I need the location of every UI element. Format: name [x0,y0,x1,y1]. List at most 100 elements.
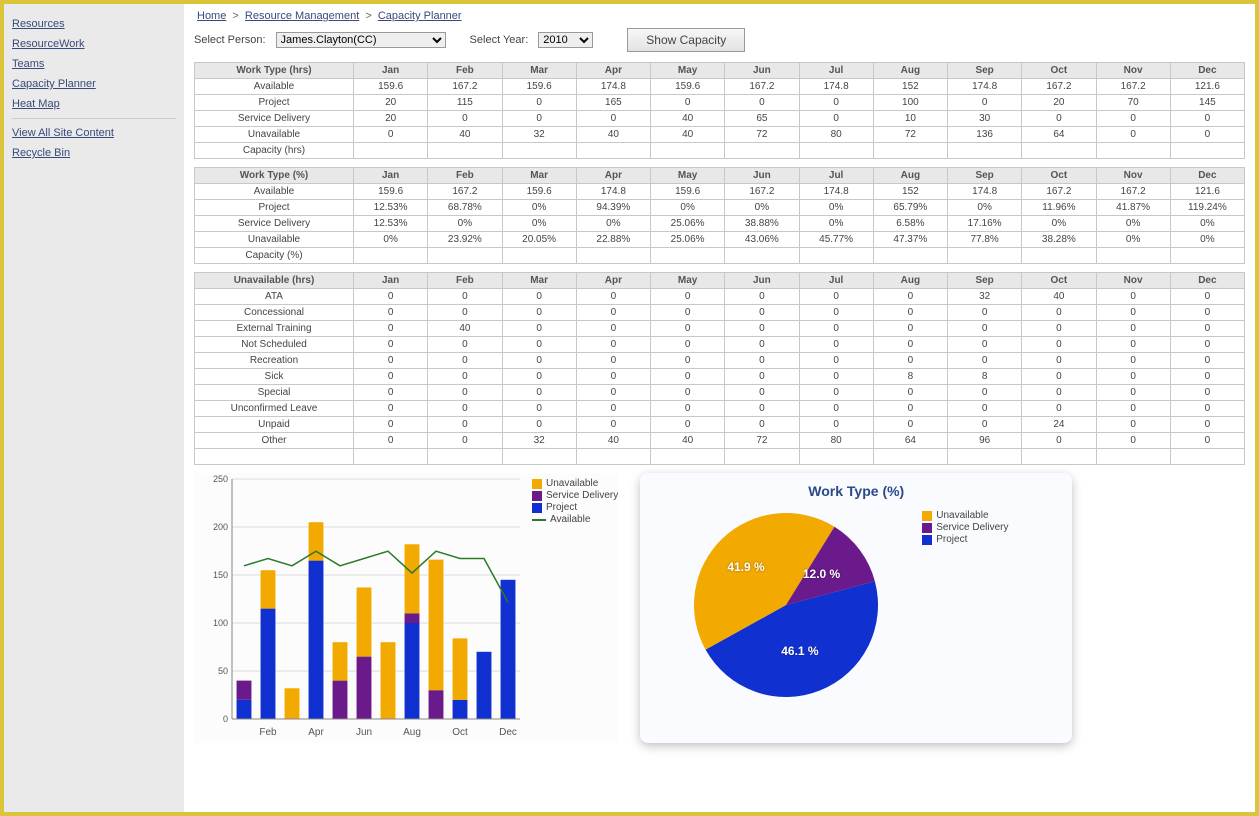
cell: 167.2 [428,79,502,95]
capacity-row: Capacity (hrs)119.612.2127.6-30.279.630.… [195,143,1245,159]
cell: 0 [502,417,576,433]
row-label: Service Delivery [195,111,354,127]
cell: 45.77% [799,232,873,248]
cell: 152 [873,184,947,200]
row-label: Other [195,433,354,449]
sidebar-item-resourcework[interactable]: ResourceWork [12,34,176,54]
cell: 0 [873,321,947,337]
cell: 174.8 [576,79,650,95]
cell: 0 [576,321,650,337]
cell: 25.06% [651,216,725,232]
month-header: Dec [1170,63,1244,79]
breadcrumb-capacity-planner[interactable]: Capacity Planner [378,10,462,22]
cell: 0 [1022,337,1096,353]
cell [948,449,1022,465]
sidebar-item-heat-map[interactable]: Heat Map [12,94,176,114]
sidebar-divider [12,118,176,119]
cell: 0 [1096,321,1170,337]
unavailable-hrs-table: Unavailable (hrs)JanFebMarAprMayJunJulAu… [194,272,1245,465]
sidebar-item-teams[interactable]: Teams [12,54,176,74]
cell: 0 [428,385,502,401]
cell: 0 [354,127,428,143]
pie-chart-title: Work Type (%) [656,483,1056,499]
cell: 0 [651,401,725,417]
cell: 0 [873,401,947,417]
show-capacity-button[interactable]: Show Capacity [627,28,745,52]
row-label: Project [195,95,354,111]
sidebar-item-recycle-bin[interactable]: Recycle Bin [12,143,176,163]
sidebar-item-view-all[interactable]: View All Site Content [12,123,176,143]
month-header: Jan [354,273,428,289]
year-select[interactable]: 2010 [538,32,593,48]
cell: 0 [502,353,576,369]
cell: 0 [1022,321,1096,337]
cell: 0 [428,369,502,385]
cell: 0 [354,385,428,401]
svg-text:Feb: Feb [259,727,277,738]
month-header: Jan [354,168,428,184]
person-select[interactable]: James.Clayton(CC) [276,32,446,48]
cell: 20 [1022,95,1096,111]
cell: 0 [725,305,799,321]
month-header: Aug [873,273,947,289]
cell: 0 [428,289,502,305]
cell: 0 [1170,305,1244,321]
cell: 80 [799,127,873,143]
capacity-cell: -19.74% [873,248,947,264]
cell: 96 [948,433,1022,449]
legend-item: Service Delivery [532,490,618,501]
cell: 0 [725,369,799,385]
table-row: Unpaid0000000002400 [195,417,1245,433]
table-row: Project12.53%68.78%0%94.39%0%0%0%65.79%0… [195,200,1245,216]
cell: 0 [354,417,428,433]
month-header: Nov [1096,168,1170,184]
capacity-cell: 49.87% [651,248,725,264]
legend-item: Project [922,534,1008,545]
pie-chart: 46.1 %41.9 %12.0 % [656,505,916,705]
sidebar-item-resources[interactable]: Resources [12,14,176,34]
cell: 0 [799,289,873,305]
cell: 72 [873,127,947,143]
cell: 0 [354,433,428,449]
cell: 0 [948,337,1022,353]
legend-item: Project [532,502,618,513]
table-row: Unconfirmed Leave000000000000 [195,401,1245,417]
cell: 0% [1096,232,1170,248]
capacity-cell: 12.2 [428,143,502,159]
sidebar-item-capacity-planner[interactable]: Capacity Planner [12,74,176,94]
cell: 30 [948,111,1022,127]
cell: 167.2 [725,79,799,95]
month-header: Dec [1170,168,1244,184]
cell: 0% [651,200,725,216]
capacity-cell: 30.2 [725,143,799,159]
cell: 20 [354,95,428,111]
bar-chart-legend: UnavailableService DeliveryProjectAvaila… [524,473,618,743]
filter-controls: Select Person: James.Clayton(CC) Select … [194,28,1245,52]
row-label: Sick [195,369,354,385]
table-row: ATA00000000324000 [195,289,1245,305]
svg-text:100: 100 [213,618,228,628]
cell: 0 [725,353,799,369]
cell: 0 [576,417,650,433]
table-row: Other0032404072806496000 [195,433,1245,449]
cell: 159.6 [502,79,576,95]
cell: 0 [1170,385,1244,401]
row-label: Unpaid [195,417,354,433]
cell [576,449,650,465]
cell: 0 [502,369,576,385]
breadcrumb-resource-mgmt[interactable]: Resource Management [245,10,359,22]
cell: 0 [1170,289,1244,305]
cell: 0 [1022,385,1096,401]
cell: 0 [354,369,428,385]
month-header: Dec [1170,273,1244,289]
cell: 119.24% [1170,200,1244,216]
cell: 0 [1096,111,1170,127]
cell: 0 [576,289,650,305]
month-header: Jul [799,63,873,79]
cell: 40 [1022,289,1096,305]
svg-text:Jun: Jun [356,727,372,738]
breadcrumb-home[interactable]: Home [197,10,226,22]
work-type-pct-table: Work Type (%)JanFebMarAprMayJunJulAugSep… [194,167,1245,264]
cell [799,449,873,465]
cell: 0 [725,401,799,417]
